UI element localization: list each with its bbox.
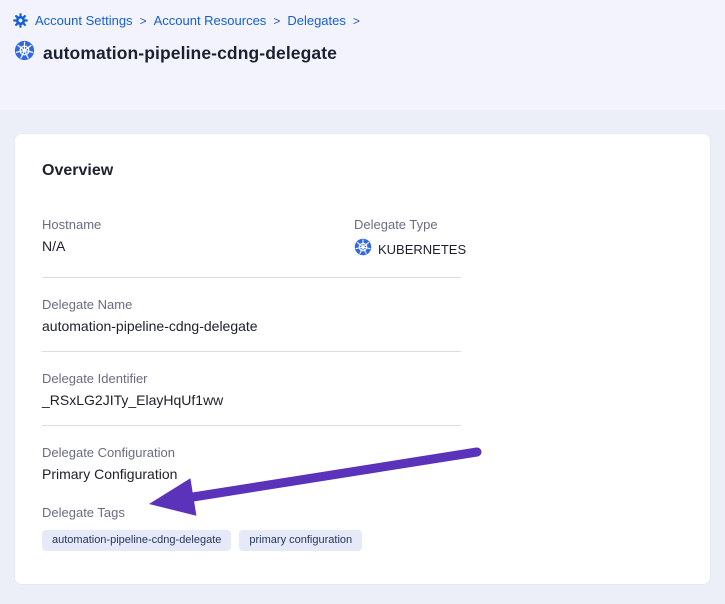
delegate-type-value: KUBERNETES [378,241,466,259]
delegate-identifier-label: Delegate Identifier [42,371,683,387]
delegate-configuration-field: Delegate Configuration Primary Configura… [42,445,683,483]
delegate-type-field: Delegate Type [354,217,466,261]
delegate-name-value: automation-pipeline-cdng-delegate [42,318,683,335]
divider [42,277,461,278]
hostname-label: Hostname [42,217,354,233]
delegate-configuration-value: Primary Configuration [42,466,683,483]
overview-heading: Overview [42,162,683,180]
delegate-tag: primary configuration [239,530,362,551]
breadcrumb-separator: > [273,14,280,28]
breadcrumb-separator: > [353,14,360,28]
page-title: automation-pipeline-cdng-delegate [43,43,337,64]
delegate-name-label: Delegate Name [42,297,683,313]
delegate-identifier-field: Delegate Identifier _RSxLG2JITy_ElayHqUf… [42,371,683,409]
overview-card: Overview Hostname N/A Delegate Type [14,133,711,585]
breadcrumb-item-account-resources[interactable]: Account Resources [154,13,267,28]
breadcrumb-item-delegates[interactable]: Delegates [287,13,346,28]
delegate-name-field: Delegate Name automation-pipeline-cdng-d… [42,297,683,335]
delegate-tags-label: Delegate Tags [42,505,683,521]
gear-icon [13,13,28,28]
delegate-identifier-value: _RSxLG2JITy_ElayHqUf1ww [42,392,683,409]
delegate-configuration-label: Delegate Configuration [42,445,683,461]
delegate-type-label: Delegate Type [354,217,466,233]
page-title-row: automation-pipeline-cdng-delegate [14,40,337,66]
kubernetes-icon [354,238,372,261]
hostname-field: Hostname N/A [42,217,354,261]
hostname-delegatetype-row: Hostname N/A Delegate Type [42,217,683,261]
kubernetes-icon [14,40,35,66]
hostname-value: N/A [42,238,354,255]
divider [42,425,461,426]
delegate-tag: automation-pipeline-cdng-delegate [42,530,231,551]
breadcrumb: Account Settings > Account Resources > D… [13,13,360,28]
breadcrumb-item-account-settings[interactable]: Account Settings [35,13,133,28]
breadcrumb-separator: > [140,14,147,28]
delegate-tags-row: automation-pipeline-cdng-delegate primar… [42,530,683,551]
divider [42,351,461,352]
